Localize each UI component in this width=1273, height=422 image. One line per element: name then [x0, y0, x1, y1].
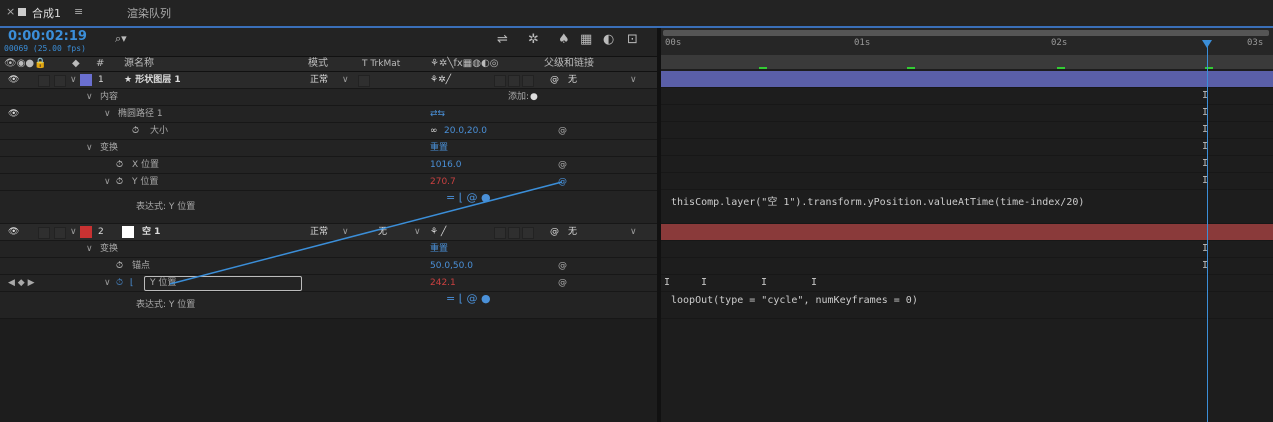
- pickwhip-line: [169, 181, 563, 285]
